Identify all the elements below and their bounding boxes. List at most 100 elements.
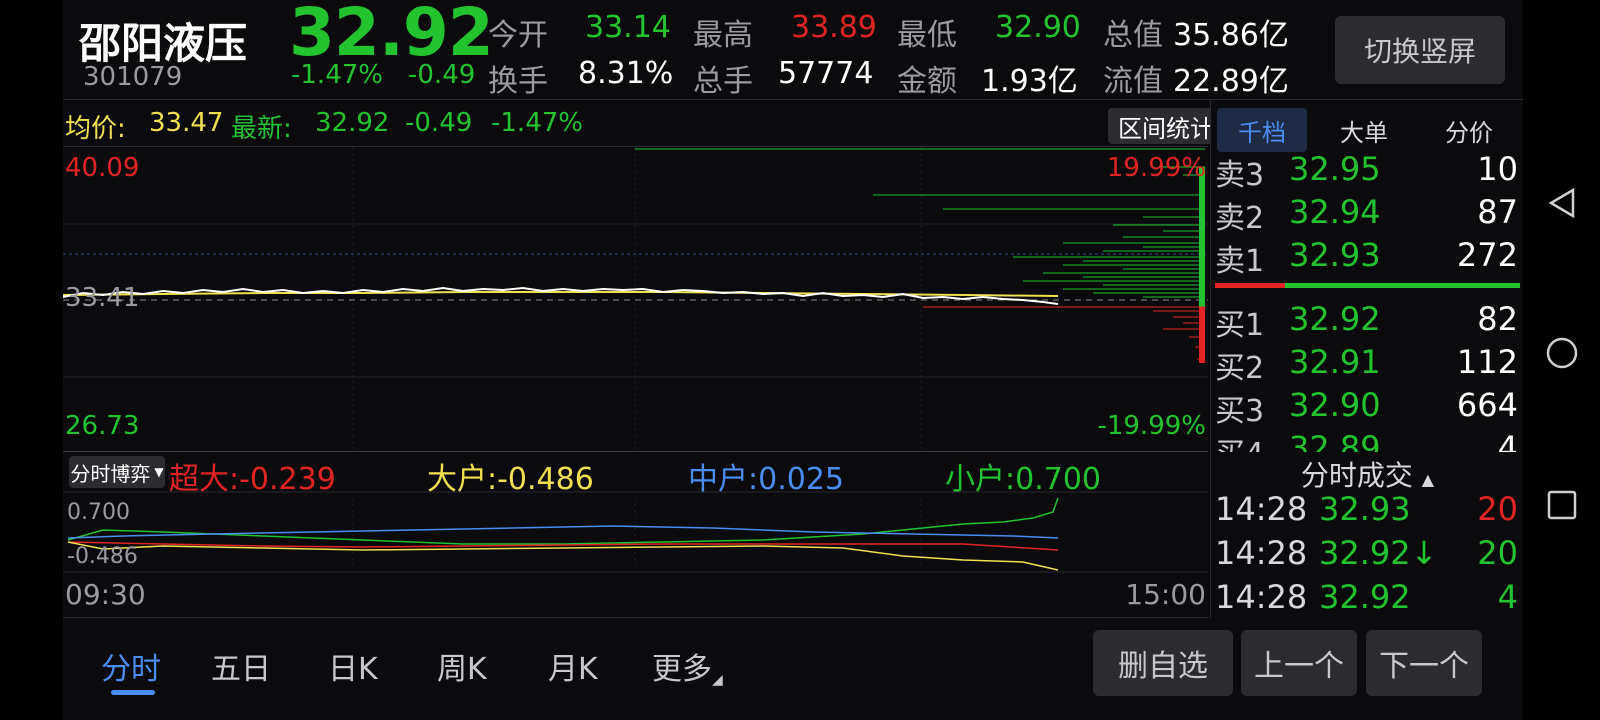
next-stock-button[interactable]: 下一个 xyxy=(1366,630,1482,696)
amount-value: 1.93亿 xyxy=(981,64,1078,99)
price-axis-top: 40.09 xyxy=(65,153,140,183)
bid-label: 买2 xyxy=(1215,351,1265,386)
capital-flow-panel: 分时博弈 ▼ 超大:-0.239 大户:-0.486 中户:0.025 小户:0… xyxy=(63,452,1208,618)
tab-five-day[interactable]: 五日 xyxy=(211,644,271,688)
previous-stock-button[interactable]: 上一个 xyxy=(1241,630,1357,696)
bid-row[interactable]: 买2 32.91 112 xyxy=(1211,343,1523,386)
ask-row[interactable]: 卖3 32.95 10 xyxy=(1211,150,1523,193)
tab-monthly-k[interactable]: 月K xyxy=(548,644,598,688)
change-value: -0.49 xyxy=(408,60,476,90)
bid-label: 买3 xyxy=(1215,394,1265,429)
turnover-label: 换手 xyxy=(488,64,548,99)
trade-row: 14:28 32.93 20 xyxy=(1211,490,1523,534)
trade-time: 14:28 xyxy=(1215,578,1308,616)
bid-price: 32.90 xyxy=(1289,386,1381,424)
tab-intraday[interactable]: 分时 xyxy=(101,644,161,688)
amount-label: 金额 xyxy=(897,64,957,99)
flow-chart-svg xyxy=(63,491,1208,573)
stock-app: 邵阳液压 301079 32.92 -1.47% -0.49 今开 33.14 … xyxy=(63,0,1523,720)
stock-code: 301079 xyxy=(83,62,183,92)
bid-row[interactable]: 买3 32.90 664 xyxy=(1211,386,1523,429)
tab-thousand-levels[interactable]: 千档 xyxy=(1217,108,1307,152)
corner-arrow-icon: ◢ xyxy=(712,672,723,688)
mktcap-label: 总值 xyxy=(1103,18,1163,53)
trade-volume: 20 xyxy=(1477,490,1518,528)
switch-portrait-button[interactable]: 切换竖屏 xyxy=(1335,16,1505,84)
time-start: 09:30 xyxy=(65,578,146,611)
trade-volume: 20 xyxy=(1477,534,1518,572)
bid-ask-ratio-bar xyxy=(1215,283,1520,288)
float-value: 22.89亿 xyxy=(1173,64,1289,99)
ask-label: 卖2 xyxy=(1215,201,1265,236)
latest-pct: -1.47% xyxy=(491,108,583,138)
ask-label: 卖1 xyxy=(1215,244,1265,279)
tick-trades-panel[interactable]: 分时成交 ▲ 14:28 32.93 20 14:28 32.92↓ 20 14… xyxy=(1210,452,1523,618)
ask-label: 卖3 xyxy=(1215,158,1265,193)
price-line xyxy=(63,286,1059,305)
super-flow-line xyxy=(67,541,1059,551)
bid-row[interactable]: 买4 32.89 4 xyxy=(1211,429,1523,452)
pct-axis-bottom: -19.99% xyxy=(1097,411,1206,441)
intraday-price-chart[interactable]: 40.09 33.41 26.73 19.99% -19.99% xyxy=(63,146,1208,453)
flow-axis-top: 0.700 xyxy=(67,500,130,525)
bid-price: 32.91 xyxy=(1289,343,1381,381)
small-flow-line xyxy=(67,497,1059,545)
flow-axis-bottom: -0.486 xyxy=(67,544,138,569)
circle-home-icon[interactable] xyxy=(1545,336,1579,370)
tab-price-dist[interactable]: 分价 xyxy=(1421,108,1517,152)
bid-volume: 112 xyxy=(1456,343,1518,381)
latest-change: -0.49 xyxy=(405,108,473,138)
ask-row[interactable]: 卖1 32.93 272 xyxy=(1211,236,1523,279)
tab-more-label: 更多 xyxy=(652,652,712,687)
bid-label: 买4 xyxy=(1215,429,1264,452)
square-recent-icon[interactable] xyxy=(1545,488,1579,522)
system-nav-bar xyxy=(1523,0,1600,720)
avg-label: 均价: xyxy=(65,114,126,144)
ask-row[interactable]: 卖2 32.94 87 xyxy=(1211,193,1523,236)
turnover-value: 8.31% xyxy=(578,56,674,91)
trades-title-label: 分时成交 xyxy=(1300,459,1413,492)
order-book-tabs: 千档 大单 分价 xyxy=(1211,108,1523,152)
change-percent: -1.47% xyxy=(291,60,383,90)
trade-price: 32.92 xyxy=(1319,578,1411,616)
price-info-line: 均价: 33.47 最新: 32.92 -0.49 -1.47% xyxy=(63,100,1206,146)
trade-time: 14:28 xyxy=(1215,490,1308,528)
tab-daily-k[interactable]: 日K xyxy=(328,644,378,688)
bottom-toolbar: 分时 五日 日K 周K 月K 更多◢ 删自选 上一个 下一个 xyxy=(63,618,1523,720)
sort-up-icon: ▲ xyxy=(1421,470,1435,489)
ratio-bar-green xyxy=(1285,283,1520,288)
ask-volume: 10 xyxy=(1477,150,1518,188)
range-stats-button[interactable]: 区间统计 xyxy=(1108,108,1224,144)
bid-label: 买1 xyxy=(1215,308,1265,343)
ask-volume: 87 xyxy=(1477,193,1518,231)
price-axis-bottom: 26.73 xyxy=(65,411,140,441)
ratio-bar-red xyxy=(1215,283,1285,288)
volume-value: 57774 xyxy=(778,56,874,91)
trade-row: 14:28 32.92 4 xyxy=(1211,578,1523,622)
tab-more[interactable]: 更多◢ xyxy=(652,644,723,688)
bid-price: 32.92 xyxy=(1289,300,1381,338)
pct-axis-top: 19.99% xyxy=(1106,153,1206,183)
low-value: 32.90 xyxy=(995,10,1081,45)
float-label: 流值 xyxy=(1103,64,1163,99)
time-end: 15:00 xyxy=(1125,578,1206,611)
high-value: 33.89 xyxy=(791,10,877,45)
tab-weekly-k[interactable]: 周K xyxy=(437,644,487,688)
price-axis-mid: 33.41 xyxy=(65,283,140,313)
triangle-back-icon[interactable] xyxy=(1545,186,1579,220)
trade-volume: 4 xyxy=(1497,578,1518,616)
tab-large-orders[interactable]: 大单 xyxy=(1319,108,1409,152)
trade-time: 14:28 xyxy=(1215,534,1308,572)
remove-watchlist-button[interactable]: 删自选 xyxy=(1093,630,1233,696)
bid-volume: 4 xyxy=(1497,429,1518,452)
mktcap-value: 35.86亿 xyxy=(1173,18,1289,53)
open-label: 今开 xyxy=(488,18,548,53)
mid-flow-line xyxy=(67,525,1059,539)
bid-row[interactable]: 买1 32.92 82 xyxy=(1211,300,1523,343)
active-tab-indicator xyxy=(111,690,155,695)
ask-price: 32.94 xyxy=(1289,193,1381,231)
stock-header: 邵阳液压 301079 32.92 -1.47% -0.49 今开 33.14 … xyxy=(63,0,1523,100)
trades-title[interactable]: 分时成交 ▲ xyxy=(1211,454,1523,494)
trade-price: 32.92↓ xyxy=(1319,534,1438,572)
open-value: 33.14 xyxy=(585,10,671,45)
